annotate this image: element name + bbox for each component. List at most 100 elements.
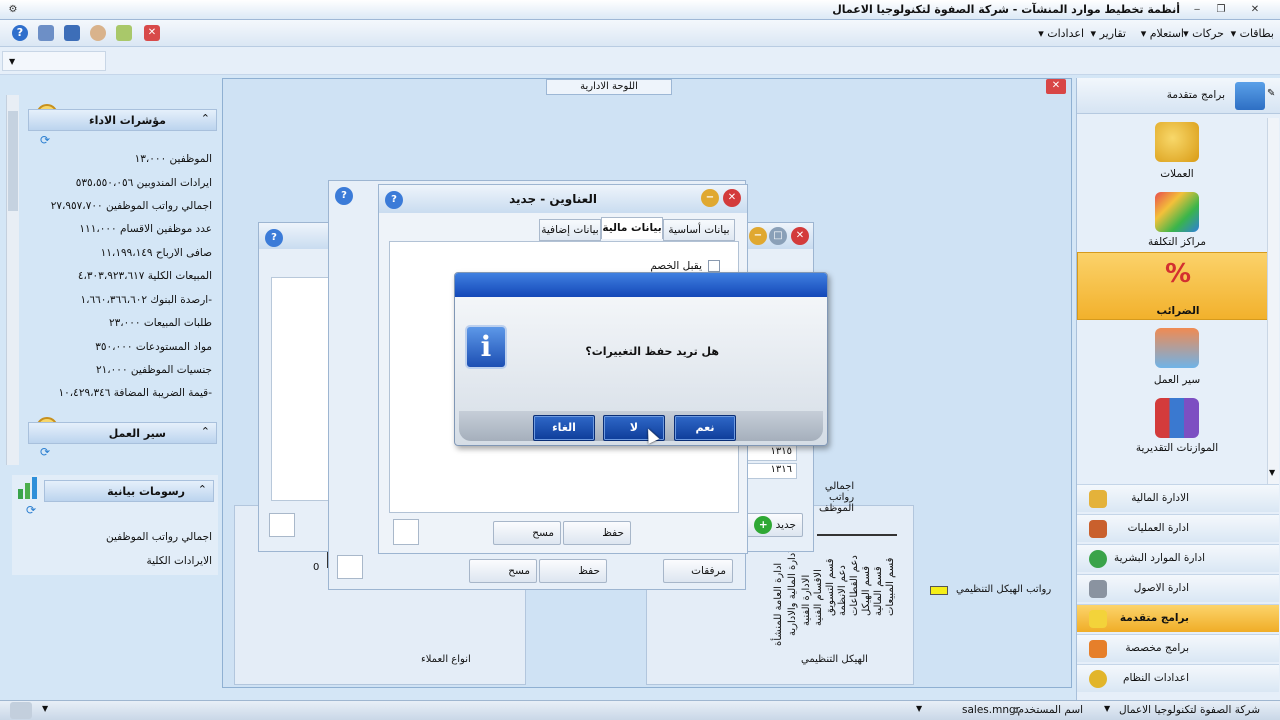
tab-basic-data[interactable]: بيانات أساسية <box>663 219 735 241</box>
kpi-item[interactable]: ايرادات المندوبين ٥٣٥،٥٥٠،٠٥٦ <box>12 177 212 189</box>
nav-label: ادارة العمليات <box>1127 522 1189 534</box>
cube-icon[interactable] <box>38 25 54 41</box>
kpi-section-title: مؤشرات الاداء <box>88 114 166 127</box>
exit-door-icon[interactable] <box>269 513 295 537</box>
item-taxes[interactable]: % الضرائب <box>1077 252 1277 320</box>
item-workflow[interactable]: سير العمل <box>1077 374 1277 386</box>
collapse-icon[interactable]: ⌃ <box>198 483 207 496</box>
kpi-item[interactable]: صافى الارباح ١١،١٩٩،١٤٩ <box>12 247 212 259</box>
puzzle-icon[interactable] <box>1155 192 1199 232</box>
refresh-icon[interactable]: ⟳ <box>40 133 50 147</box>
charts-section-header[interactable]: رسومات بيانية ⌃ <box>44 480 214 502</box>
kpi-item[interactable]: -ارصدة البنوك ١،٦٦٠،٣٦٦،٦٠٢ <box>12 294 213 306</box>
nav-hr[interactable]: ادارة الموارد البشرية <box>1077 544 1279 572</box>
delete-button[interactable]: مسح <box>469 559 537 583</box>
kpi-item[interactable]: اجمالي رواتب الموظفين ٢٧،٩٥٧،٧٠٠ <box>12 200 212 212</box>
grid-row[interactable]: ١٣١٥ <box>743 445 797 461</box>
company-combo[interactable]: ▼ <box>2 51 106 71</box>
delete-button[interactable]: مسح <box>493 521 561 545</box>
nav-label: ادارة الموارد البشرية <box>1113 552 1205 564</box>
chart-link[interactable]: الايرادات الكلية <box>12 555 212 567</box>
exit-door-icon[interactable] <box>337 555 363 579</box>
dashboard-tab[interactable]: اللوحة الادارية <box>546 79 672 95</box>
item-cost-centers[interactable]: مراكز التكلفة <box>1077 236 1277 248</box>
kpi-item[interactable]: المبيعات الكلية ٤،٣٠٣،٩٢٣،٦١٧ <box>12 270 212 282</box>
kpi-item[interactable]: مواد المستودعات ٣٥٠،٠٠٠ <box>12 341 212 353</box>
menu-reports[interactable]: تقارير ▾ <box>1091 27 1126 40</box>
close-icon[interactable]: ✕ <box>791 227 809 245</box>
menu-transactions[interactable]: حركات ▾ <box>1183 27 1224 40</box>
menu-settings[interactable]: اعدادات ▾ <box>1038 27 1084 40</box>
save-button[interactable]: حفظ <box>539 559 607 583</box>
refresh-icon[interactable]: ⟳ <box>26 503 36 517</box>
save-icon[interactable] <box>116 25 132 41</box>
grid-row[interactable]: ١٣١٦ <box>743 463 797 479</box>
item-currencies[interactable]: العملات <box>1077 168 1277 180</box>
item-taxes-label: الضرائب <box>1156 305 1200 317</box>
right-scrollbar[interactable]: ▼ <box>1267 118 1279 484</box>
yes-button[interactable]: نعم <box>674 415 736 441</box>
kpi-item[interactable]: -قيمة الضريبة المضافة ١٠،٤٢٩،٣٤٦ <box>12 387 212 399</box>
close-button[interactable]: ✕ <box>1240 2 1270 17</box>
chevron-down-icon[interactable]: ▼ <box>42 704 48 713</box>
kpi-section-header[interactable]: مؤشرات الاداء ⌃ <box>28 109 217 131</box>
org-label: دعم القطاعات <box>849 555 860 616</box>
minimize-icon[interactable]: − <box>749 227 767 245</box>
kpi-item[interactable]: عدد موظفين الاقسام ١١١،٠٠٠ <box>12 223 212 235</box>
help-icon[interactable]: ? <box>385 191 403 209</box>
chevron-down-icon[interactable]: ▼ <box>1269 468 1275 477</box>
users-icon[interactable] <box>10 702 32 719</box>
org-label: ادارة العامة للمنشأة <box>773 562 784 646</box>
chevron-down-icon[interactable]: ▼ <box>916 704 922 713</box>
save-button[interactable]: حفظ <box>563 521 631 545</box>
menu-cards[interactable]: بطاقات ▾ <box>1231 27 1274 40</box>
menu-inquiry[interactable]: استعلام ▾ <box>1141 27 1184 40</box>
collapse-icon[interactable]: ⌃ <box>201 425 210 438</box>
kpi-item[interactable]: جنسيات الموظفين ٢١،٠٠٠ <box>12 364 212 376</box>
accept-discount-checkbox[interactable] <box>708 260 720 272</box>
chevron-down-icon[interactable]: ▼ <box>1104 704 1110 713</box>
item-budgets[interactable]: الموازنات التقديرية <box>1077 442 1277 454</box>
dashboard-close-button[interactable]: ✕ <box>1046 79 1066 94</box>
gear-icon <box>1089 670 1107 688</box>
restore-button[interactable]: ❐ <box>1210 2 1232 17</box>
nav-label: ادارة الاصول <box>1133 582 1189 594</box>
total-salaries-label: اجمالي رواتب الموظف <box>819 481 855 514</box>
chart-link[interactable]: اجمالي رواتب الموظفين <box>12 531 212 543</box>
help-icon[interactable]: ? <box>265 229 283 247</box>
minimize-button[interactable]: ‒ <box>1186 2 1208 17</box>
nav-custom[interactable]: برامج مخصصة <box>1077 634 1279 662</box>
coins-icon[interactable] <box>1155 122 1199 162</box>
minimize-icon[interactable]: − <box>701 189 719 207</box>
nav-assets[interactable]: ادارة الاصول <box>1077 574 1279 602</box>
restore-icon[interactable]: □ <box>769 227 787 245</box>
workflow-section-header[interactable]: سير العمل ⌃ <box>28 422 217 444</box>
nav-operations[interactable]: ادارة العمليات <box>1077 514 1279 542</box>
tab-financial-data[interactable]: بيانات مالية <box>601 217 663 239</box>
user-icon[interactable] <box>90 25 106 41</box>
workflow-icon[interactable] <box>1155 328 1199 368</box>
help-icon[interactable]: ? <box>335 187 353 205</box>
books-icon[interactable] <box>1155 398 1199 438</box>
tab-extra-data[interactable]: بيانات إضافية <box>539 219 601 241</box>
close-icon[interactable]: ✕ <box>723 189 741 207</box>
collapse-icon[interactable]: ⌃ <box>201 112 210 125</box>
kpi-item[interactable]: طلبات المبيعات ٢٣،٠٠٠ <box>12 317 212 329</box>
pin-icon[interactable]: ✎ <box>1267 88 1275 99</box>
org-label: قسم التسويق <box>825 558 836 616</box>
help-icon[interactable]: ? <box>12 25 28 41</box>
nav-advanced[interactable]: برامج متقدمة <box>1077 604 1279 632</box>
windows-icon[interactable] <box>64 25 80 41</box>
grid-left[interactable] <box>271 277 331 501</box>
star-icon <box>1089 610 1107 628</box>
kpi-item[interactable]: الموظفين ١٣،٠٠٠ <box>12 153 212 165</box>
nav-system-settings[interactable]: اعدادات النظام <box>1077 664 1279 692</box>
attachments-button[interactable]: مرفقات <box>663 559 733 583</box>
refresh-icon[interactable]: ⟳ <box>40 445 50 459</box>
org-label: قسم المبيعات <box>885 557 896 616</box>
exit-icon[interactable]: ✕ <box>144 25 160 41</box>
exit-door-icon[interactable] <box>393 519 419 545</box>
nav-financial[interactable]: الادارة المالية <box>1077 484 1279 512</box>
cancel-button[interactable]: الغاء <box>533 415 595 441</box>
nav-label: برامج مخصصة <box>1125 642 1189 654</box>
